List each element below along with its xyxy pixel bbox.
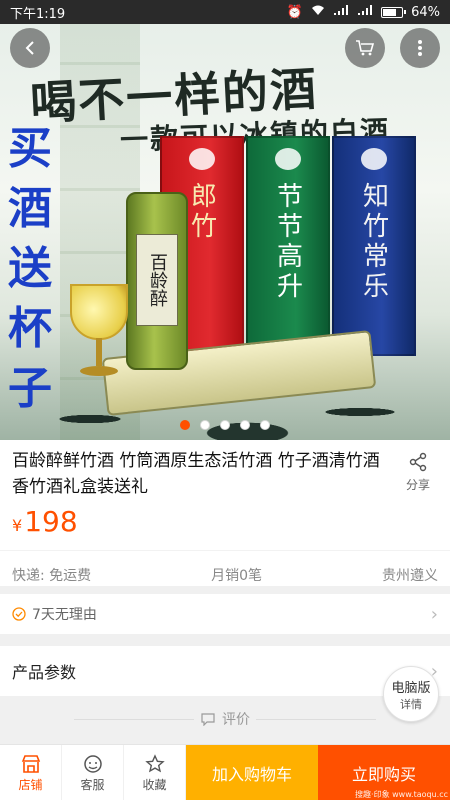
product-image-carousel[interactable]: 喝不一样的酒 一款可以冰镇的白酒 买 酒 送 杯 子 郎竹 节节高升 知竹常乐 … [0,24,450,440]
wine-glass-stem [96,338,102,366]
gift-box-label: 郎竹 [186,182,217,242]
carousel-dot[interactable] [200,420,210,430]
store-icon [21,752,41,776]
divider [74,718,194,720]
box-emblem-icon [275,148,301,170]
monthly-sales: 月销0笔 [211,568,263,584]
battery-percent: 64% [411,4,440,20]
carousel-dot[interactable] [240,420,250,430]
box-emblem-icon [361,148,387,170]
back-button[interactable] [10,28,50,68]
price-value: 198 [24,505,78,538]
battery-icon [381,6,407,18]
check-circle-icon [12,607,26,621]
service-guarantee-row[interactable]: 7天无理由 › [0,586,450,634]
promo-char: 酒 [8,183,52,234]
carousel-dot[interactable] [220,420,230,430]
review-section-header[interactable]: 评价 [0,700,450,738]
bottom-action-bar: 店铺 客服 收藏 加入购物车 立即购买 搜趣·印象 www.taoqu.cc [0,744,450,800]
product-info: 百龄醉鲜竹酒 竹筒酒原生态活竹酒 竹子酒清竹酒香竹酒礼盒装送礼 分享 ¥198 … [0,440,450,593]
gift-box-label: 知竹常乐 [358,182,389,302]
wifi-icon [311,5,325,20]
status-indicators: ⏰ 64% [286,4,440,20]
promo-char: 买 [8,123,52,174]
status-time: 下午1:19 [10,6,66,22]
star-icon [144,752,165,776]
title-row: 百龄醉鲜竹酒 竹筒酒原生态活竹酒 竹子酒清竹酒香竹酒礼盒装送礼 分享 [0,440,450,500]
promo-char: 杯 [8,303,52,354]
desktop-line1: 电脑版 [391,680,431,696]
comment-icon [201,713,215,726]
favorite-label: 收藏 [142,778,167,792]
share-icon [409,452,427,472]
price: ¥198 [0,500,450,546]
cart-button[interactable] [345,28,385,68]
service-label: 7天无理由 [32,607,97,623]
customer-service-icon [83,752,103,776]
ship-location: 贵州遵义 [382,568,438,584]
box-emblem-icon [189,148,215,170]
gift-box-label: 节节高升 [272,182,303,302]
params-label: 产品参数 [12,663,77,682]
watermark: 搜趣·印象 www.taoqu.cc [355,790,448,799]
chevron-left-icon [25,41,34,55]
favorite-tab[interactable]: 收藏 [124,745,186,800]
carousel-indicator [0,420,450,430]
more-vertical-icon [418,40,422,56]
customer-service-tab[interactable]: 客服 [62,745,124,800]
chevron-right-icon: › [430,603,438,625]
share-label: 分享 [405,478,430,492]
product-title: 百龄醉鲜竹酒 竹筒酒原生态活竹酒 竹子酒清竹酒香竹酒礼盒装送礼 [12,451,380,497]
carousel-dot[interactable] [260,420,270,430]
alarm-icon: ⏰ [286,4,304,20]
desktop-line2: 详情 [400,697,422,711]
wine-glass-cup [70,284,128,340]
bottle-label: 百龄醉 [136,234,178,326]
carousel-dot-active[interactable] [180,420,190,430]
shipping-info: 快递: 免运费 [12,568,92,584]
signal-icon [333,4,349,20]
gift-box-blue: 知竹常乐 [332,136,416,356]
cart-icon [356,40,375,56]
status-bar: 下午1:19 ⏰ 64% [0,0,450,24]
more-button[interactable] [400,28,440,68]
gift-boxes: 郎竹 节节高升 知竹常乐 [160,136,420,366]
price-symbol: ¥ [12,516,23,535]
share-button[interactable]: 分享 [398,448,438,500]
shop-label: 店铺 [18,778,43,792]
desktop-details-button[interactable]: 电脑版 详情 [383,666,439,722]
wine-glass [70,284,128,380]
signal2-icon [357,4,373,20]
add-to-cart-button[interactable]: 加入购物车 [186,745,318,800]
promo-char: 送 [8,243,52,294]
review-label: 评价 [222,712,250,728]
divider [256,718,376,720]
service-tab-label: 客服 [80,778,105,792]
gift-box-green: 节节高升 [246,136,330,356]
bamboo-bottle: 百龄醉 [126,192,188,370]
shop-tab[interactable]: 店铺 [0,745,62,800]
